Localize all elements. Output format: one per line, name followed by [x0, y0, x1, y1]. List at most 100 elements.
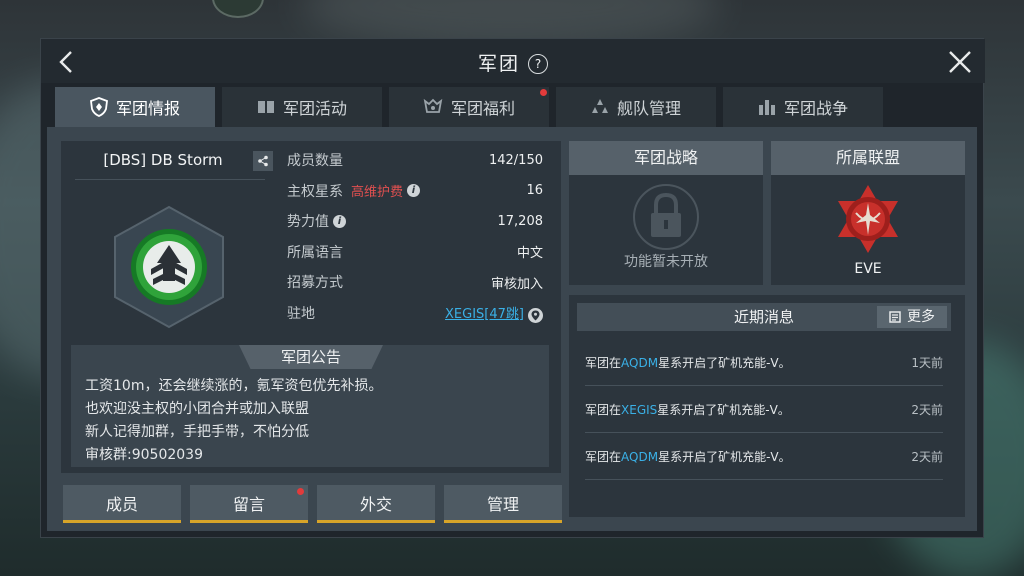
stat-value: 审核加入 — [490, 276, 543, 292]
notice-line: 也欢迎没主权的小团合并或加入联盟 — [85, 401, 309, 417]
content-area: [DBS] DB Storm 成员数量 142/150 主权星系 高维护费 i … — [47, 127, 977, 531]
stat-label: 主权星系 — [287, 183, 343, 200]
news-item: 军团在XEGIS星系开启了矿机充能-V。 2天前 — [585, 386, 943, 433]
stat-label: 所属语言 — [287, 244, 343, 261]
alliance-title: 所属联盟 — [771, 141, 965, 175]
alliance-card[interactable]: 所属联盟 EVE — [771, 141, 965, 285]
notice-line: 审核群:90502039 — [85, 447, 203, 463]
diplomacy-button[interactable]: 外交 — [317, 485, 435, 523]
war-icon — [758, 100, 775, 115]
notification-dot — [540, 89, 547, 96]
share-button[interactable] — [253, 151, 273, 171]
stat-row-language: 所属语言 中文 — [287, 237, 543, 268]
notice-line: 新人记得加群，手把手带，不怕分低 — [85, 424, 309, 440]
base-location: XEGIS[47跳] — [445, 303, 543, 323]
button-label: 成员 — [105, 494, 138, 514]
button-label: 外交 — [359, 494, 392, 514]
tab-label: 舰队管理 — [616, 99, 681, 118]
guild-info-panel: [DBS] DB Storm 成员数量 142/150 主权星系 高维护费 i … — [61, 141, 561, 473]
news-system-link[interactable]: AQDM — [621, 450, 658, 464]
notice-line: 工资10m，还会继续涨的，氪军资包优先补损。 — [85, 378, 383, 394]
stat-value: 中文 — [516, 246, 543, 262]
tab-guild-welfare[interactable]: 军团福利 — [389, 87, 549, 127]
divider — [75, 179, 265, 180]
stat-row-sovereign: 主权星系 高维护费 i 16 — [287, 176, 543, 207]
notice-title: 军团公告 — [239, 345, 383, 369]
action-buttons: 成员 留言 外交 管理 — [63, 485, 563, 525]
news-header: 近期消息 更多 — [577, 303, 951, 331]
stat-label: 势力值 — [287, 214, 329, 231]
news-suffix: 星系开启了矿机充能-V。 — [658, 449, 791, 464]
notification-dot — [297, 488, 304, 495]
stat-value: 142/150 — [488, 152, 543, 168]
guild-strategy-card[interactable]: 军团战略 功能暂未开放 — [569, 141, 763, 285]
tab-label: 军团情报 — [115, 99, 180, 118]
news-time: 1天前 — [911, 355, 943, 370]
strategy-status: 功能暂未开放 — [624, 254, 708, 270]
stat-row-base: 驻地 XEGIS[47跳] — [287, 298, 543, 329]
news-text: 军团在AQDM星系开启了矿机充能-V。 — [585, 448, 791, 465]
book-icon — [257, 101, 274, 113]
members-button[interactable]: 成员 — [63, 485, 181, 523]
more-button[interactable]: 更多 — [877, 306, 947, 328]
info-icon[interactable]: i — [333, 214, 346, 228]
base-system-link[interactable]: XEGIS[47跳] — [445, 307, 524, 322]
guild-window: 军团? 军团情报 军团活动 军团福利 舰队管理 军团战争 [DBS] DB St… — [40, 38, 985, 538]
high-upkeep-warning: 高维护费 — [351, 185, 404, 201]
tab-guild-activities[interactable]: 军团活动 — [222, 87, 382, 127]
news-time: 2天前 — [911, 449, 943, 464]
info-icon[interactable]: i — [407, 184, 421, 198]
tab-label: 军团活动 — [282, 99, 347, 118]
news-system-link[interactable]: XEGIS — [621, 403, 657, 417]
stat-value: 17,208 — [497, 213, 544, 229]
news-list: 军团在AQDM星系开启了矿机充能-V。 1天前 军团在XEGIS星系开启了矿机充… — [585, 339, 943, 480]
alliance-emblem — [838, 185, 898, 253]
news-prefix: 军团在 — [585, 355, 622, 370]
stat-row-power: 势力值 i 17,208 — [287, 206, 543, 237]
news-system-link[interactable]: AQDM — [621, 356, 658, 370]
news-text: 军团在AQDM星系开启了矿机充能-V。 — [585, 354, 791, 371]
messages-button[interactable]: 留言 — [190, 485, 308, 523]
news-item: 军团在AQDM星系开启了矿机充能-V。 2天前 — [585, 433, 943, 480]
tab-guild-intel[interactable]: 军团情报 — [55, 87, 215, 127]
stat-label-group: 势力值 i — [287, 211, 346, 231]
location-pin-icon[interactable] — [528, 307, 543, 323]
news-suffix: 星系开启了矿机充能-V。 — [657, 402, 790, 417]
tab-fleet-management[interactable]: 舰队管理 — [556, 87, 716, 127]
news-text: 军团在XEGIS星系开启了矿机充能-V。 — [585, 401, 790, 418]
button-label: 管理 — [486, 494, 519, 514]
button-label: 留言 — [232, 494, 265, 514]
guild-stats: 成员数量 142/150 主权星系 高维护费 i 16 势力值 i 17,208… — [287, 145, 543, 328]
list-icon — [889, 311, 901, 323]
manage-button[interactable]: 管理 — [444, 485, 562, 523]
window-title-text: 军团 — [477, 53, 520, 75]
stat-label: 成员数量 — [287, 153, 343, 170]
guild-notice: 军团公告 工资10m，还会继续涨的，氪军资包优先补损。 也欢迎没主权的小团合并或… — [71, 345, 549, 467]
stat-value: 16 — [526, 183, 543, 199]
title-bar: 军团? — [41, 39, 985, 83]
notice-body[interactable]: 工资10m，还会继续涨的，氪军资包优先补损。 也欢迎没主权的小团合并或加入联盟 … — [85, 375, 382, 467]
tab-guild-war[interactable]: 军团战争 — [723, 87, 883, 127]
news-prefix: 军团在 — [585, 449, 622, 464]
tab-label: 军团战争 — [783, 99, 848, 118]
help-icon[interactable]: ? — [528, 54, 548, 74]
guild-emblem-area: [DBS] DB Storm — [65, 147, 273, 337]
news-prefix: 军团在 — [585, 402, 622, 417]
close-button[interactable] — [943, 45, 977, 79]
minimap-icon[interactable] — [212, 0, 264, 18]
fleet-icon — [591, 99, 608, 113]
stat-row-recruit: 招募方式 审核加入 — [287, 267, 543, 298]
more-label: 更多 — [907, 309, 935, 325]
window-title: 军团? — [41, 49, 985, 76]
close-icon — [949, 51, 971, 73]
stat-label: 招募方式 — [287, 275, 343, 292]
guild-emblem — [114, 205, 224, 329]
gift-icon — [423, 98, 443, 113]
news-time: 2天前 — [911, 402, 943, 417]
news-item: 军团在AQDM星系开启了矿机充能-V。 1天前 — [585, 339, 943, 386]
alliance-name: EVE — [854, 261, 882, 277]
recent-news-panel: 近期消息 更多 军团在AQDM星系开启了矿机充能-V。 1天前 军团在XEGIS… — [569, 295, 965, 517]
news-suffix: 星系开启了矿机充能-V。 — [658, 355, 791, 370]
news-title: 近期消息 — [733, 308, 794, 326]
shield-icon — [90, 97, 108, 117]
